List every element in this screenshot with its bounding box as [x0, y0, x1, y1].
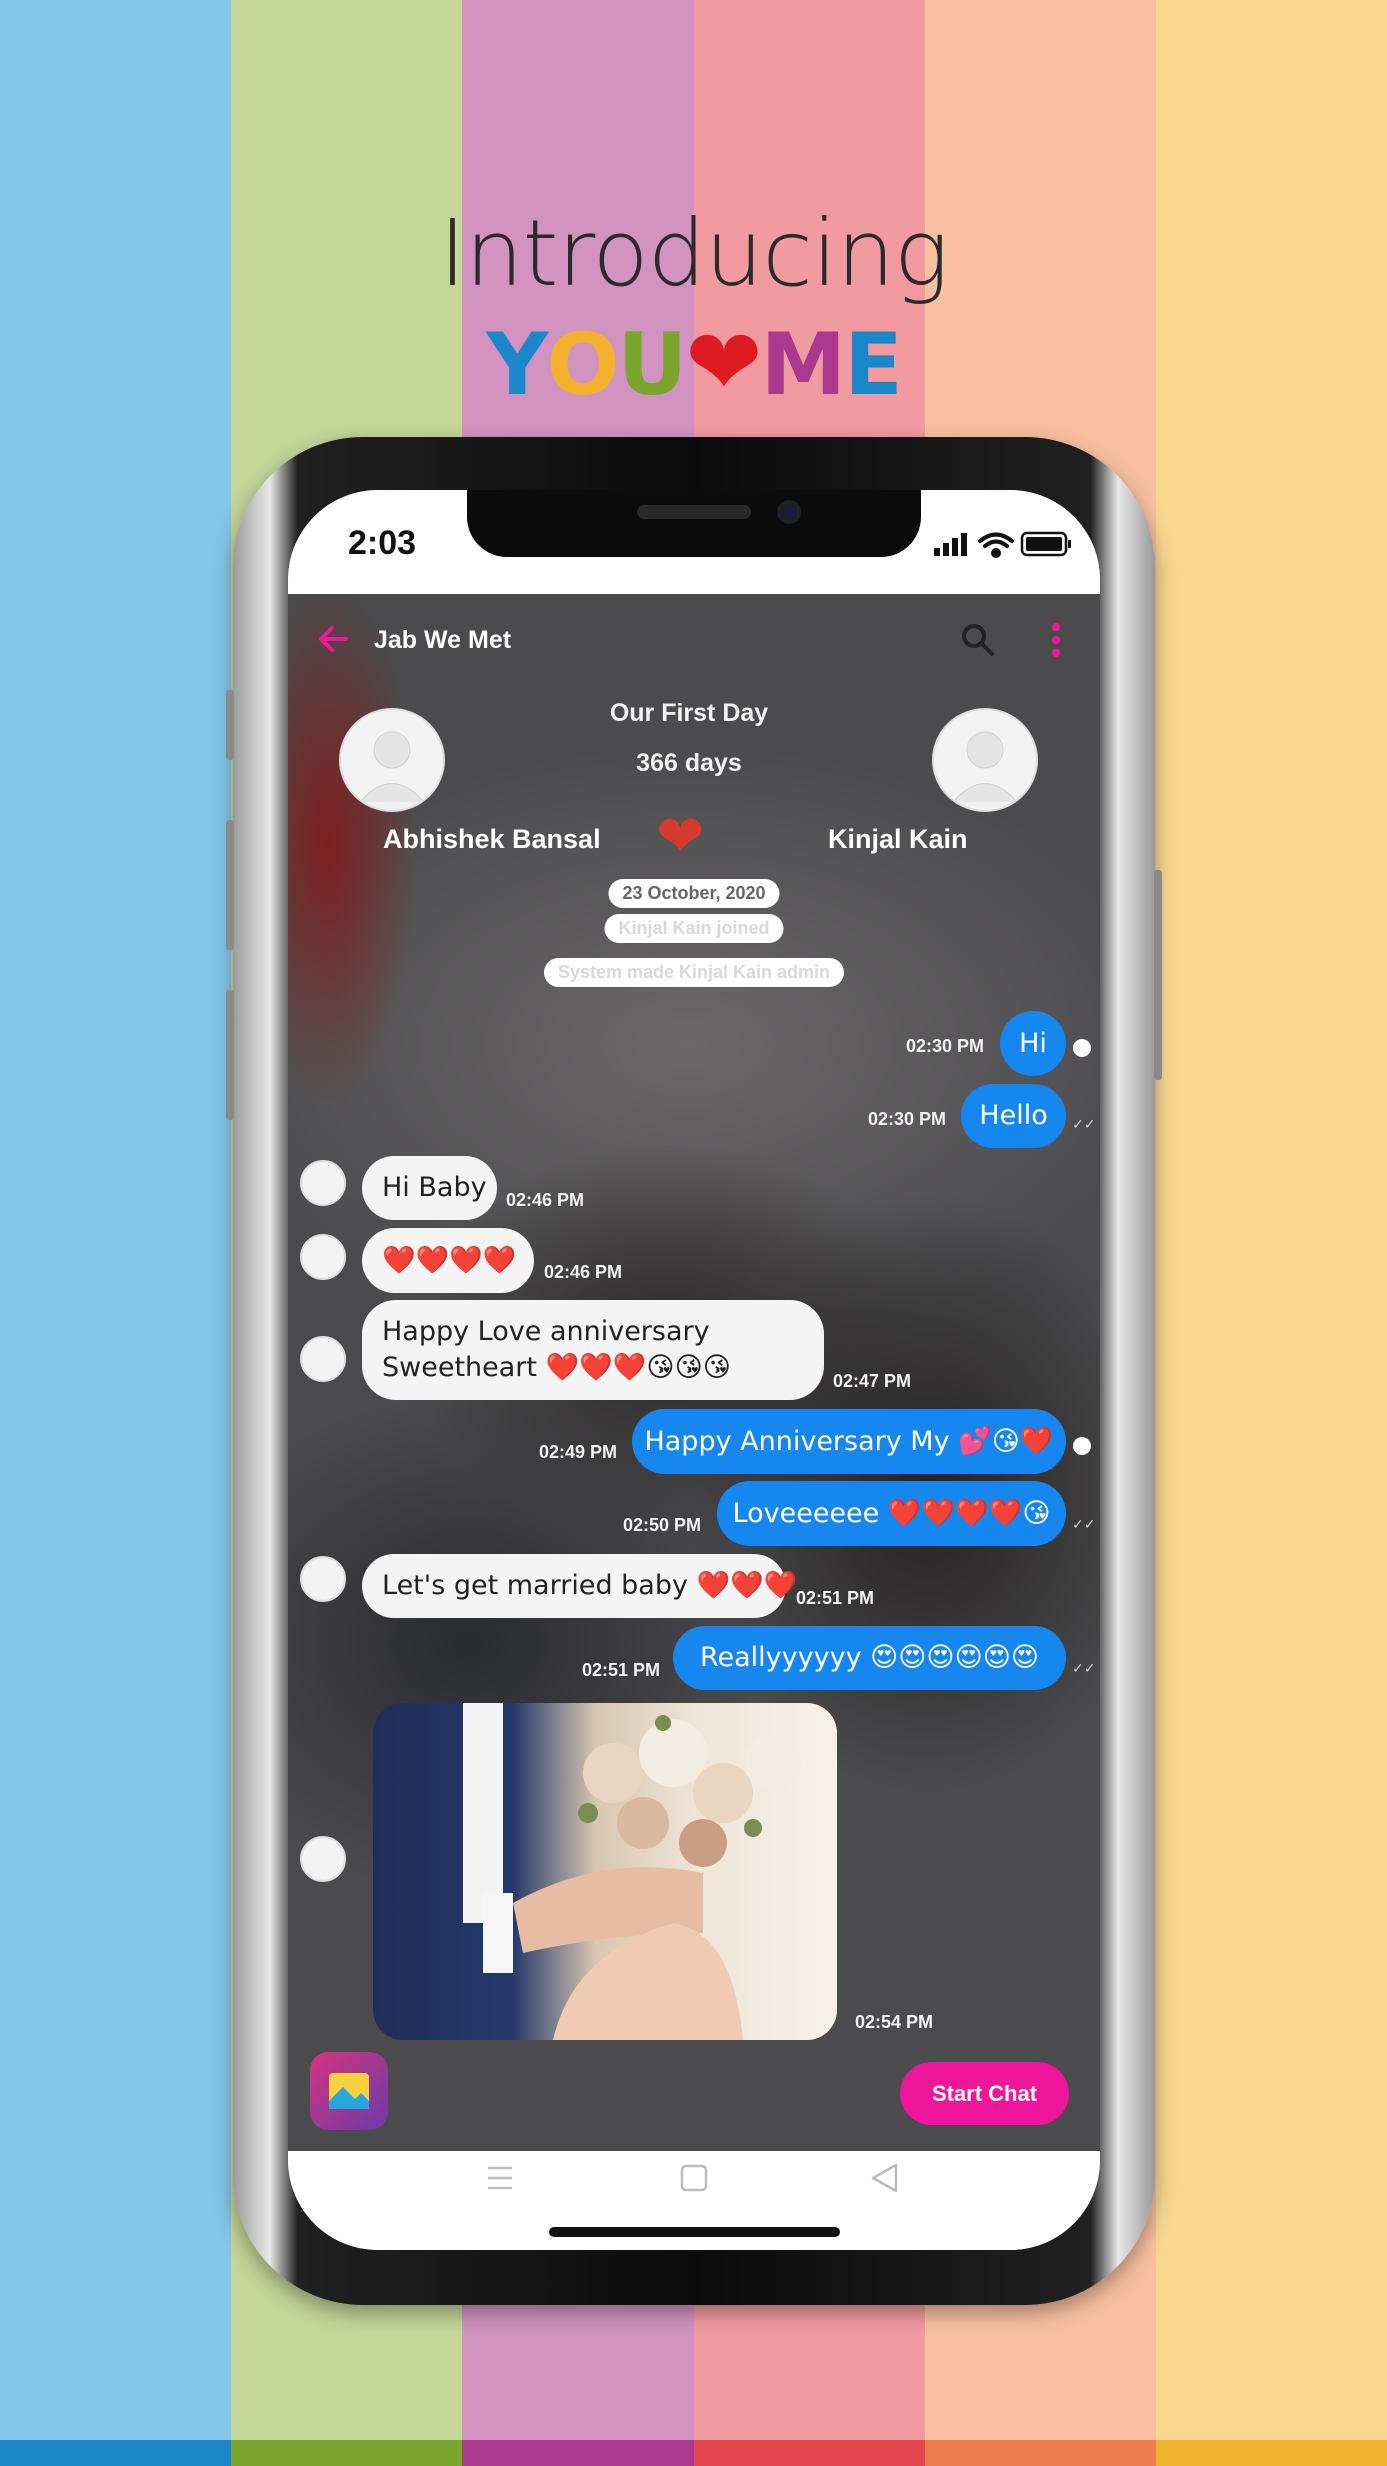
app-logo: YOU❤ME — [0, 309, 1387, 416]
logo-letter: M — [760, 315, 846, 415]
signal-icon — [934, 533, 967, 556]
android-nav-bar — [288, 2151, 1100, 2250]
camera — [777, 500, 801, 524]
color-band — [1156, 2440, 1387, 2466]
wedding-ring-photo — [463, 1703, 801, 2040]
logo-letter: O — [546, 315, 619, 415]
first-day-title: Our First Day — [609, 699, 769, 727]
message-time: 02:47 PM — [833, 1371, 912, 1391]
heart-icon: ❤ — [656, 804, 705, 869]
avatar-right[interactable] — [932, 708, 1038, 812]
message-time: 02:30 PM — [906, 1036, 985, 1056]
status-bar: 2:03 — [288, 490, 1100, 594]
color-band — [924, 2440, 1157, 2466]
message-time: 02:51 PM — [796, 1588, 875, 1608]
message-time: 02:46 PM — [506, 1190, 585, 1210]
double-check-icon: ✓✓ — [1072, 1116, 1096, 1132]
speaker — [637, 505, 751, 519]
sender-avatar[interactable] — [300, 1836, 346, 1882]
search-icon[interactable] — [960, 622, 996, 658]
start-chat-button[interactable]: Start Chat — [900, 2062, 1069, 2125]
more-vertical-icon[interactable] — [1050, 622, 1062, 658]
message-time: 02:54 PM — [855, 2012, 934, 2032]
color-band — [693, 2440, 926, 2466]
home-indicator[interactable] — [549, 2227, 840, 2237]
sender-avatar[interactable] — [300, 1160, 346, 1206]
sent-status-icon — [1073, 1039, 1091, 1057]
message-bubble-out[interactable]: Reallyyyyyy 😍😍😍😍😍😍 — [673, 1626, 1066, 1690]
message-bubble-out[interactable]: Hello — [961, 1084, 1066, 1148]
double-check-icon: ✓✓ — [1072, 1516, 1096, 1532]
date-pill: 23 October, 2020 — [608, 879, 780, 908]
mute-switch — [226, 690, 234, 760]
menu-icon[interactable] — [486, 2165, 514, 2191]
message-bubble-in[interactable]: Happy Love anniversary Sweetheart ❤️❤️❤️… — [362, 1300, 824, 1400]
status-time: 2:03 — [348, 524, 417, 562]
volume-up-button — [226, 820, 234, 950]
sender-avatar[interactable] — [300, 1556, 346, 1602]
arrow-left-icon[interactable] — [316, 624, 350, 654]
message-bubble-in[interactable]: Hi Baby — [362, 1156, 497, 1220]
message-time: 02:49 PM — [539, 1442, 618, 1462]
left-name: Abhishek Bansal — [383, 824, 601, 854]
back-triangle-icon[interactable] — [870, 2163, 900, 2193]
power-button — [1154, 870, 1162, 1080]
sent-status-icon — [1073, 1437, 1091, 1455]
promo-heading: Introducing — [439, 200, 949, 307]
message-time: 02:46 PM — [544, 1262, 623, 1282]
message-bubble-out[interactable]: Loveeeeee ❤️❤️❤️❤️😘 — [717, 1481, 1066, 1546]
double-check-icon: ✓✓ — [1072, 1660, 1096, 1676]
color-band — [0, 2440, 232, 2466]
battery-icon — [1020, 531, 1071, 557]
status-icons — [934, 531, 1071, 558]
message-time: 02:30 PM — [868, 1109, 947, 1129]
message-time: 02:50 PM — [623, 1515, 702, 1535]
message-time: 02:51 PM — [582, 1660, 661, 1680]
message-bubble-out[interactable]: Hi — [1000, 1011, 1066, 1076]
system-message: Kinjal Kain joined — [604, 914, 784, 943]
sender-avatar[interactable] — [300, 1336, 346, 1382]
logo-letter: E — [844, 315, 903, 415]
sender-avatar[interactable] — [300, 1234, 346, 1280]
message-bubble-in[interactable]: ❤️❤️❤️❤️ — [362, 1228, 534, 1293]
home-square-icon[interactable] — [680, 2164, 708, 2192]
image-message[interactable] — [373, 1703, 837, 2040]
notch — [467, 490, 921, 557]
color-band — [462, 2440, 695, 2466]
system-message: System made Kinjal Kain admin — [543, 958, 845, 987]
days-count: 366 days — [636, 749, 742, 777]
avatar-left[interactable] — [339, 708, 445, 812]
message-bubble-out[interactable]: Happy Anniversary My 💕😘❤️ — [632, 1409, 1066, 1474]
heart-icon: ❤ — [685, 309, 762, 416]
logo-letter: U — [617, 315, 688, 415]
chat-area[interactable]: Jab We Met Our First Day 366 days Abhish… — [288, 594, 1100, 2151]
chat-title: Jab We Met — [374, 626, 512, 654]
logo-letter: Y — [486, 315, 548, 415]
wifi-icon — [978, 532, 1014, 558]
message-bubble-in[interactable]: Let's get married baby ❤️❤️❤️ — [362, 1554, 797, 1618]
volume-down-button — [226, 990, 234, 1120]
phone-screen: 2:03 Jab We Met Our First Day 366 days A… — [288, 490, 1100, 2250]
right-name: Kinjal Kain — [828, 824, 968, 854]
gallery-icon[interactable] — [310, 2052, 388, 2130]
color-band — [231, 2440, 464, 2466]
